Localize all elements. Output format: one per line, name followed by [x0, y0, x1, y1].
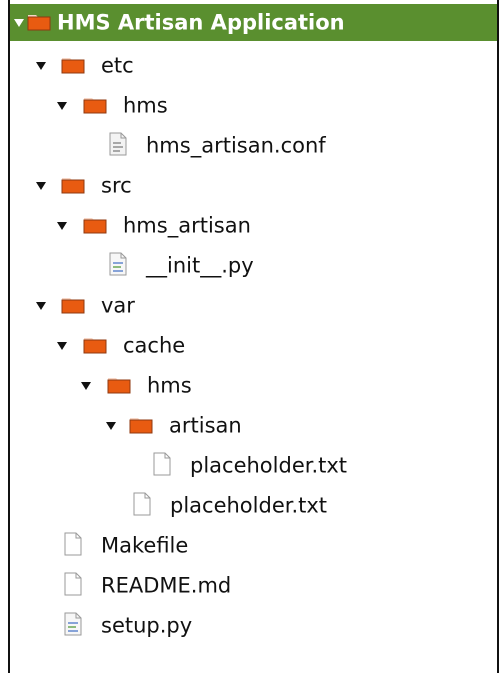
folder-icon [83, 214, 107, 238]
file-icon [132, 492, 152, 520]
folder-icon [61, 54, 85, 78]
expand-arrow-icon[interactable] [36, 182, 46, 190]
tree-item-makefile[interactable]: Makefile [10, 526, 497, 566]
folder-icon [83, 334, 107, 358]
tree-item-label: setup.py [101, 613, 193, 638]
tree-item-hms[interactable]: hms [10, 86, 497, 126]
tree-item-hms-artisan[interactable]: hms_artisan [10, 206, 497, 246]
file-icon [63, 532, 83, 560]
tree-item-label: hms [147, 373, 192, 398]
tree-item-init-py[interactable]: __init__.py [10, 246, 497, 286]
folder-icon [83, 94, 107, 118]
tree-root-row[interactable]: HMS Artisan Application [10, 4, 497, 41]
file-tree-window: HMS Artisan Application etc hms hms_arti… [8, 0, 499, 673]
file-icon [63, 572, 83, 600]
tree-item-label: src [101, 173, 132, 198]
expand-arrow-icon[interactable] [57, 342, 67, 350]
folder-icon [61, 294, 85, 318]
expand-arrow-icon[interactable] [36, 62, 46, 70]
tree-item-label: var [101, 293, 135, 318]
tree-item-label: __init__.py [146, 253, 254, 278]
tree-item-label: hms_artisan [123, 213, 251, 238]
expand-arrow-icon[interactable] [57, 222, 67, 230]
folder-icon [61, 174, 85, 198]
tree-item-label: hms [123, 93, 168, 118]
config-file-icon [108, 132, 128, 160]
tree-item-etc[interactable]: etc [10, 46, 497, 86]
python-file-icon [63, 612, 83, 640]
tree-item-cache[interactable]: cache [10, 326, 497, 366]
tree-item-artisan[interactable]: artisan [10, 406, 497, 446]
tree-item-label: Makefile [101, 533, 189, 558]
tree-item-label: artisan [169, 413, 242, 438]
python-file-icon [108, 252, 128, 280]
tree-item-cache-hms[interactable]: hms [10, 366, 497, 406]
tree-item-placeholder-cache[interactable]: placeholder.txt [10, 486, 497, 526]
tree-item-label: README.md [101, 573, 232, 598]
expand-arrow-icon[interactable] [106, 422, 116, 430]
tree-item-placeholder-artisan[interactable]: placeholder.txt [10, 446, 497, 486]
file-tree: HMS Artisan Application etc hms hms_arti… [10, 0, 497, 673]
file-icon [152, 452, 172, 480]
folder-icon [27, 11, 51, 35]
tree-item-label: hms_artisan.conf [146, 133, 326, 158]
expand-arrow-icon[interactable] [36, 302, 46, 310]
expand-arrow-icon[interactable] [81, 382, 91, 390]
tree-item-label: placeholder.txt [190, 453, 348, 478]
tree-item-setup-py[interactable]: setup.py [10, 606, 497, 646]
tree-item-label: placeholder.txt [170, 493, 328, 518]
tree-root-label: HMS Artisan Application [57, 10, 345, 34]
folder-icon [129, 414, 153, 438]
tree-item-hms-artisan-conf[interactable]: hms_artisan.conf [10, 126, 497, 166]
expand-arrow-icon[interactable] [57, 102, 67, 110]
expand-arrow-icon[interactable] [14, 18, 24, 27]
folder-icon [107, 374, 131, 398]
tree-item-label: etc [101, 53, 134, 78]
tree-item-readme[interactable]: README.md [10, 566, 497, 606]
tree-item-src[interactable]: src [10, 166, 497, 206]
tree-item-var[interactable]: var [10, 286, 497, 326]
tree-item-label: cache [123, 333, 186, 358]
